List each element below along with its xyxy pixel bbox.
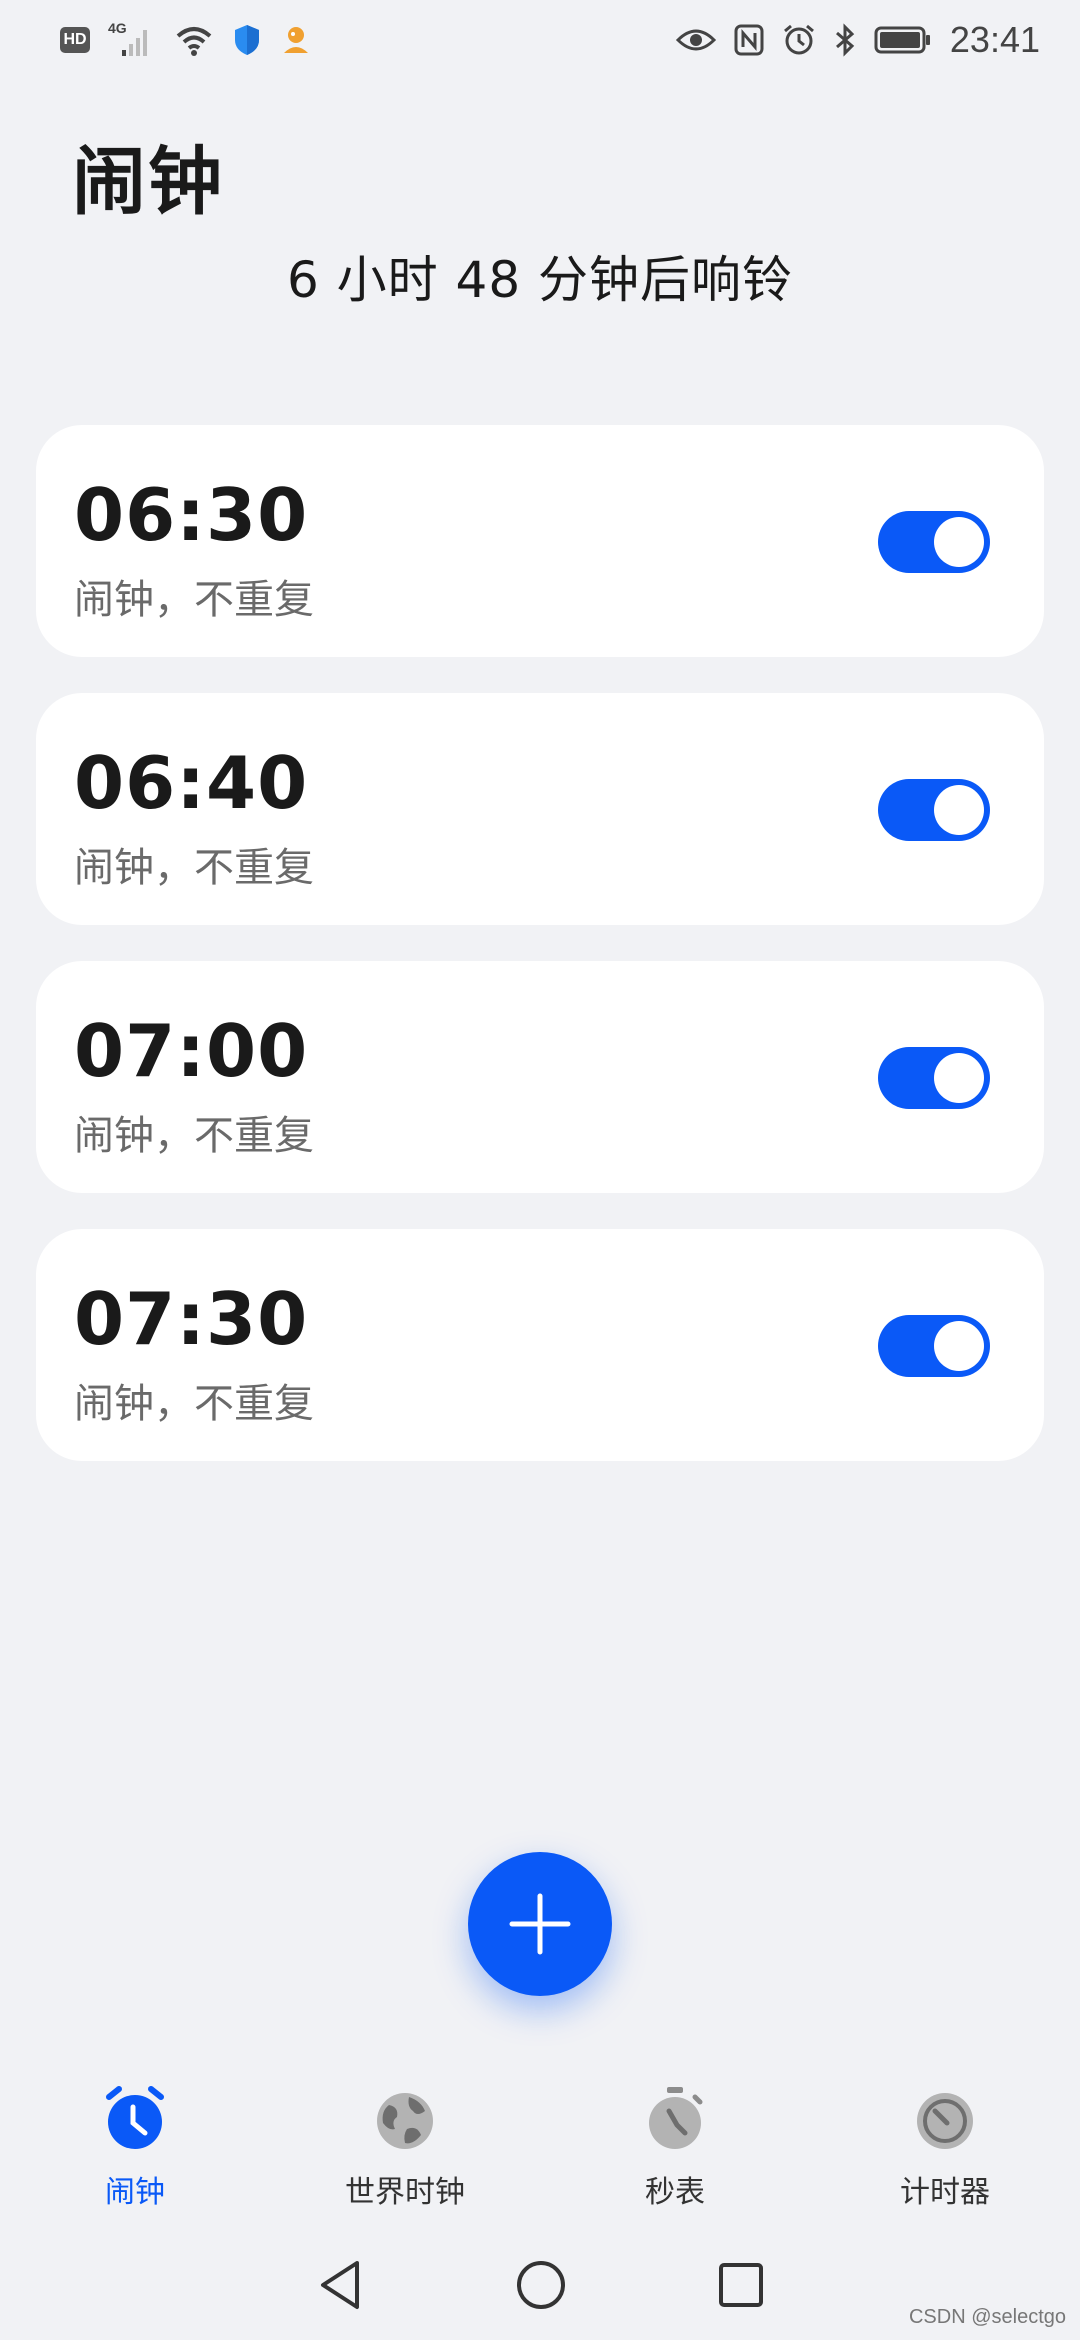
cellular-signal-icon: 4G — [108, 20, 156, 60]
bluetooth-icon — [835, 23, 855, 57]
alarm-card[interactable]: 06:30 闹钟，不重复 — [36, 425, 1044, 657]
tab-timer[interactable]: 计时器 — [810, 2075, 1080, 2215]
plus-icon — [509, 1893, 571, 1955]
nfc-icon — [734, 24, 764, 56]
alarm-time: 07:30 — [74, 1277, 309, 1361]
tab-label: 闹钟 — [105, 2175, 165, 2210]
alarm-card[interactable]: 06:40 闹钟，不重复 — [36, 693, 1044, 925]
alarm-clock-icon — [106, 2086, 164, 2149]
tab-label: 秒表 — [645, 2175, 705, 2210]
recents-icon[interactable] — [717, 2261, 765, 2309]
wifi-icon — [176, 27, 212, 56]
tab-stopwatch[interactable]: 秒表 — [540, 2075, 810, 2215]
alarm-toggle[interactable] — [878, 1315, 990, 1377]
next-alarm-countdown: 6 小时 48 分钟后响铃 — [286, 251, 794, 309]
network-type: 4G — [108, 20, 127, 36]
status-bar: HD 4G 23:41 — [0, 0, 1080, 80]
hd-badge: HD — [60, 27, 90, 53]
home-icon[interactable] — [515, 2259, 567, 2311]
alarm-list: 06:30 闹钟，不重复 06:40 闹钟，不重复 07:00 闹钟，不重复 0… — [36, 425, 1044, 1497]
toggle-knob — [934, 517, 984, 567]
alarm-description: 闹钟，不重复 — [74, 577, 314, 623]
alarm-description: 闹钟，不重复 — [74, 1113, 314, 1159]
alarm-time: 07:00 — [74, 1009, 309, 1093]
shield-icon — [235, 25, 259, 55]
add-alarm-button[interactable] — [468, 1852, 612, 1996]
app-notification-icon — [284, 27, 308, 53]
alarm-screen: HD 4G 23:41 闹钟 6 小时 48 分钟后响铃 06:30 闹钟，不重… — [0, 0, 1080, 2340]
toggle-knob — [934, 1321, 984, 1371]
alarm-description: 闹钟，不重复 — [74, 845, 314, 891]
bottom-nav: 闹钟 世界时钟 秒表 计时器 — [0, 2075, 1080, 2215]
stopwatch-icon — [649, 2087, 703, 2149]
alarm-card[interactable]: 07:30 闹钟，不重复 — [36, 1229, 1044, 1461]
status-bar-right: 23:41 — [675, 19, 1040, 61]
alarm-description: 闹钟，不重复 — [74, 1381, 314, 1427]
eye-comfort-icon — [675, 29, 716, 51]
alarm-time: 06:40 — [74, 741, 309, 825]
timer-icon — [917, 2093, 973, 2149]
alarm-toggle[interactable] — [878, 1047, 990, 1109]
battery-icon — [874, 26, 930, 54]
status-bar-left: HD 4G — [60, 20, 312, 60]
tab-world-clock[interactable]: 世界时钟 — [270, 2075, 540, 2215]
alarm-status-icon — [783, 24, 814, 55]
alarm-time: 06:30 — [74, 473, 309, 557]
globe-icon — [377, 2093, 433, 2149]
watermark: CSDN @selectgo — [908, 2306, 1066, 2328]
toggle-knob — [934, 785, 984, 835]
alarm-toggle[interactable] — [878, 511, 990, 573]
back-icon[interactable] — [315, 2257, 365, 2313]
tab-label: 世界时钟 — [345, 2175, 465, 2210]
tab-label: 计时器 — [900, 2175, 990, 2210]
alarm-card[interactable]: 07:00 闹钟，不重复 — [36, 961, 1044, 1193]
page-title: 闹钟 — [72, 139, 224, 225]
status-time: 23:41 — [949, 19, 1040, 60]
toggle-knob — [934, 1053, 984, 1103]
tab-alarm[interactable]: 闹钟 — [0, 2075, 270, 2215]
alarm-toggle[interactable] — [878, 779, 990, 841]
